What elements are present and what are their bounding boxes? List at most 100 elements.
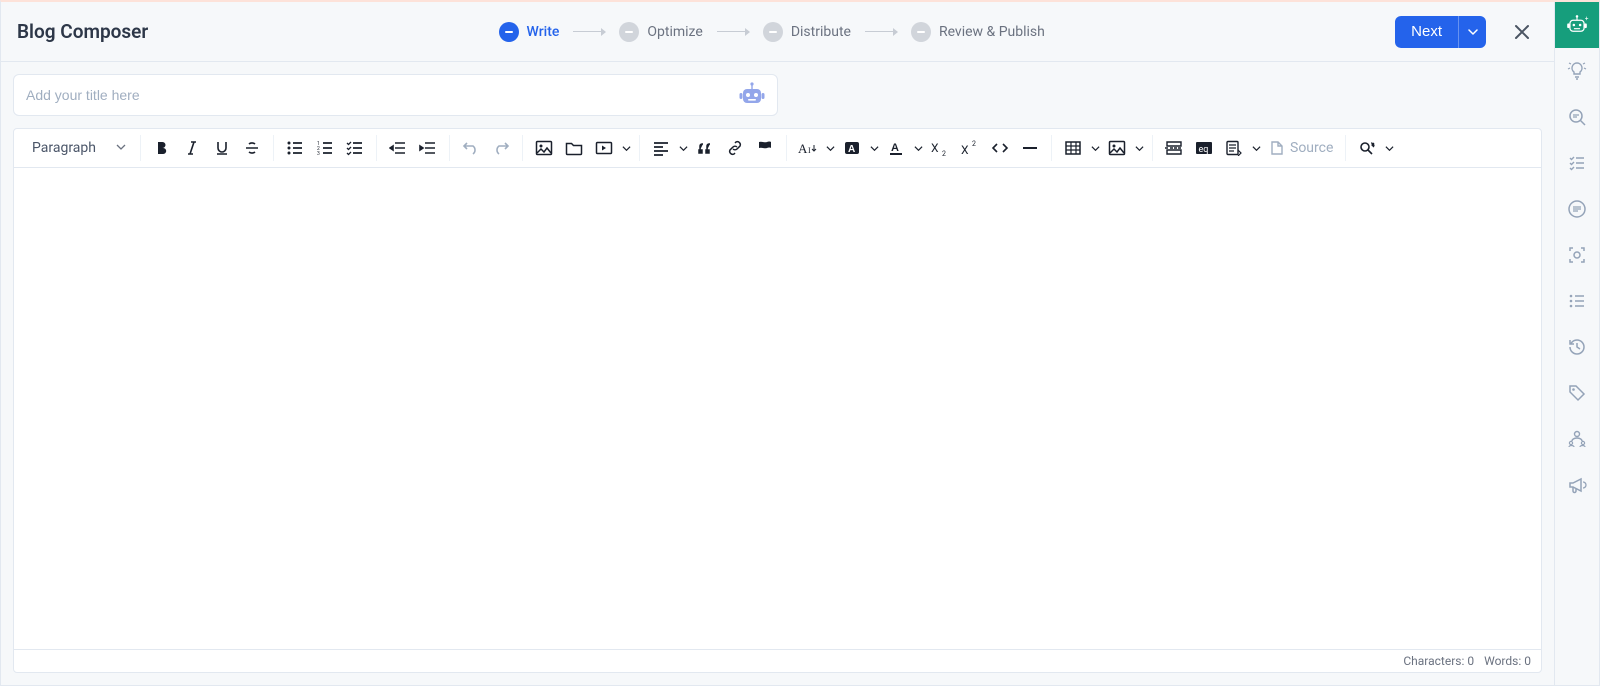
font-size-button[interactable]: AI bbox=[793, 133, 823, 163]
horizontal-rule-button[interactable] bbox=[1015, 133, 1045, 163]
code-icon bbox=[991, 140, 1009, 156]
rail-ideas[interactable] bbox=[1555, 48, 1599, 94]
table-button[interactable] bbox=[1058, 133, 1088, 163]
next-button[interactable]: Next bbox=[1395, 16, 1458, 48]
rail-seo[interactable] bbox=[1555, 94, 1599, 140]
step-label: Distribute bbox=[791, 24, 851, 40]
templates-dropdown[interactable] bbox=[1249, 144, 1263, 153]
svg-text:X: X bbox=[961, 143, 969, 156]
step-circle-icon bbox=[763, 22, 783, 42]
font-size-dropdown[interactable] bbox=[823, 144, 837, 153]
rail-tags[interactable] bbox=[1555, 370, 1599, 416]
rail-revisions[interactable] bbox=[1555, 278, 1599, 324]
step-review-publish[interactable]: Review & Publish bbox=[911, 22, 1045, 42]
superscript-button[interactable]: X2 bbox=[955, 133, 985, 163]
rail-focus[interactable] bbox=[1555, 232, 1599, 278]
code-button[interactable] bbox=[985, 133, 1015, 163]
blockquote-button[interactable] bbox=[690, 133, 720, 163]
outdent-icon bbox=[389, 140, 407, 156]
flag-icon bbox=[756, 140, 774, 156]
subscript-button[interactable]: X2 bbox=[925, 133, 955, 163]
checklist-button[interactable] bbox=[340, 133, 370, 163]
outdent-button[interactable] bbox=[383, 133, 413, 163]
svg-text:I: I bbox=[808, 146, 811, 155]
find-replace-button[interactable] bbox=[1352, 133, 1382, 163]
indent-button[interactable] bbox=[413, 133, 443, 163]
insert-image2-button[interactable] bbox=[1102, 133, 1132, 163]
redo-button[interactable] bbox=[486, 133, 516, 163]
robot-icon bbox=[737, 81, 767, 109]
bold-button[interactable] bbox=[147, 133, 177, 163]
italic-button[interactable] bbox=[177, 133, 207, 163]
header-actions: Next bbox=[1395, 16, 1538, 48]
highlight-icon: A bbox=[843, 140, 861, 156]
characters-counter: Characters: 0 bbox=[1403, 654, 1474, 668]
chevron-down-icon bbox=[870, 144, 879, 153]
close-icon bbox=[1513, 23, 1531, 41]
align-button[interactable] bbox=[646, 133, 676, 163]
insert-image2-dropdown[interactable] bbox=[1132, 144, 1146, 153]
stepper: Write Optimize Distribute Review & Publi… bbox=[148, 22, 1395, 42]
font-color-button[interactable]: A bbox=[881, 133, 911, 163]
chevron-down-icon bbox=[826, 144, 835, 153]
svg-text:3: 3 bbox=[317, 151, 320, 156]
rail-promote[interactable] bbox=[1555, 462, 1599, 508]
highlight-color-button[interactable]: A bbox=[837, 133, 867, 163]
app-frame: Blog Composer Write Optimize Distribute bbox=[0, 0, 1600, 686]
video-icon bbox=[595, 140, 613, 156]
ai-generate-title-button[interactable] bbox=[737, 81, 767, 109]
step-optimize[interactable]: Optimize bbox=[619, 22, 702, 42]
page-title: Blog Composer bbox=[17, 20, 148, 43]
bold-icon bbox=[154, 140, 170, 156]
list-check-icon bbox=[1567, 153, 1587, 173]
underline-button[interactable] bbox=[207, 133, 237, 163]
megaphone-icon bbox=[1567, 475, 1587, 495]
file-browser-button[interactable] bbox=[559, 133, 589, 163]
rail-notes[interactable] bbox=[1555, 186, 1599, 232]
step-distribute[interactable]: Distribute bbox=[763, 22, 851, 42]
flag-button[interactable] bbox=[750, 133, 780, 163]
rail-ai-assist[interactable]: + bbox=[1555, 2, 1599, 48]
step-write[interactable]: Write bbox=[499, 22, 560, 42]
align-dropdown[interactable] bbox=[676, 144, 690, 153]
insert-media-button[interactable] bbox=[589, 133, 619, 163]
highlight-color-dropdown[interactable] bbox=[867, 144, 881, 153]
hr-icon bbox=[1021, 140, 1039, 156]
table-dropdown[interactable] bbox=[1088, 144, 1102, 153]
close-button[interactable] bbox=[1506, 16, 1538, 48]
font-color-dropdown[interactable] bbox=[911, 144, 925, 153]
strikethrough-button[interactable] bbox=[237, 133, 267, 163]
rail-collab[interactable] bbox=[1555, 416, 1599, 462]
source-button[interactable]: Source bbox=[1263, 133, 1339, 163]
templates-icon bbox=[1224, 140, 1244, 156]
next-button-dropdown[interactable] bbox=[1458, 16, 1486, 48]
font-size-icon: AI bbox=[798, 140, 818, 156]
undo-icon bbox=[462, 140, 480, 156]
italic-icon bbox=[184, 140, 200, 156]
special-char-button[interactable]: eq bbox=[1189, 133, 1219, 163]
paragraph-format-select[interactable]: Paragraph bbox=[24, 136, 134, 160]
templates-button[interactable] bbox=[1219, 133, 1249, 163]
align-left-icon bbox=[652, 140, 670, 156]
editor-content-area[interactable] bbox=[14, 168, 1541, 649]
redo-icon bbox=[492, 140, 510, 156]
users-icon bbox=[1567, 429, 1587, 449]
page-break-button[interactable] bbox=[1159, 133, 1189, 163]
editor-toolbar: Paragraph bbox=[14, 129, 1541, 168]
bulleted-list-button[interactable] bbox=[280, 133, 310, 163]
editor: Paragraph bbox=[13, 128, 1542, 673]
numbered-list-button[interactable]: 123 bbox=[310, 133, 340, 163]
title-input[interactable] bbox=[24, 81, 727, 109]
source-label: Source bbox=[1290, 140, 1333, 156]
find-replace-dropdown[interactable] bbox=[1382, 144, 1396, 153]
undo-button[interactable] bbox=[456, 133, 486, 163]
svg-text:+: + bbox=[1585, 14, 1589, 22]
insert-image-button[interactable] bbox=[529, 133, 559, 163]
focus-icon bbox=[1567, 245, 1587, 265]
insert-media-dropdown[interactable] bbox=[619, 144, 633, 153]
link-button[interactable] bbox=[720, 133, 750, 163]
svg-text:A: A bbox=[891, 142, 899, 154]
rail-history[interactable] bbox=[1555, 324, 1599, 370]
rail-outline[interactable] bbox=[1555, 140, 1599, 186]
svg-text:2: 2 bbox=[972, 140, 976, 148]
